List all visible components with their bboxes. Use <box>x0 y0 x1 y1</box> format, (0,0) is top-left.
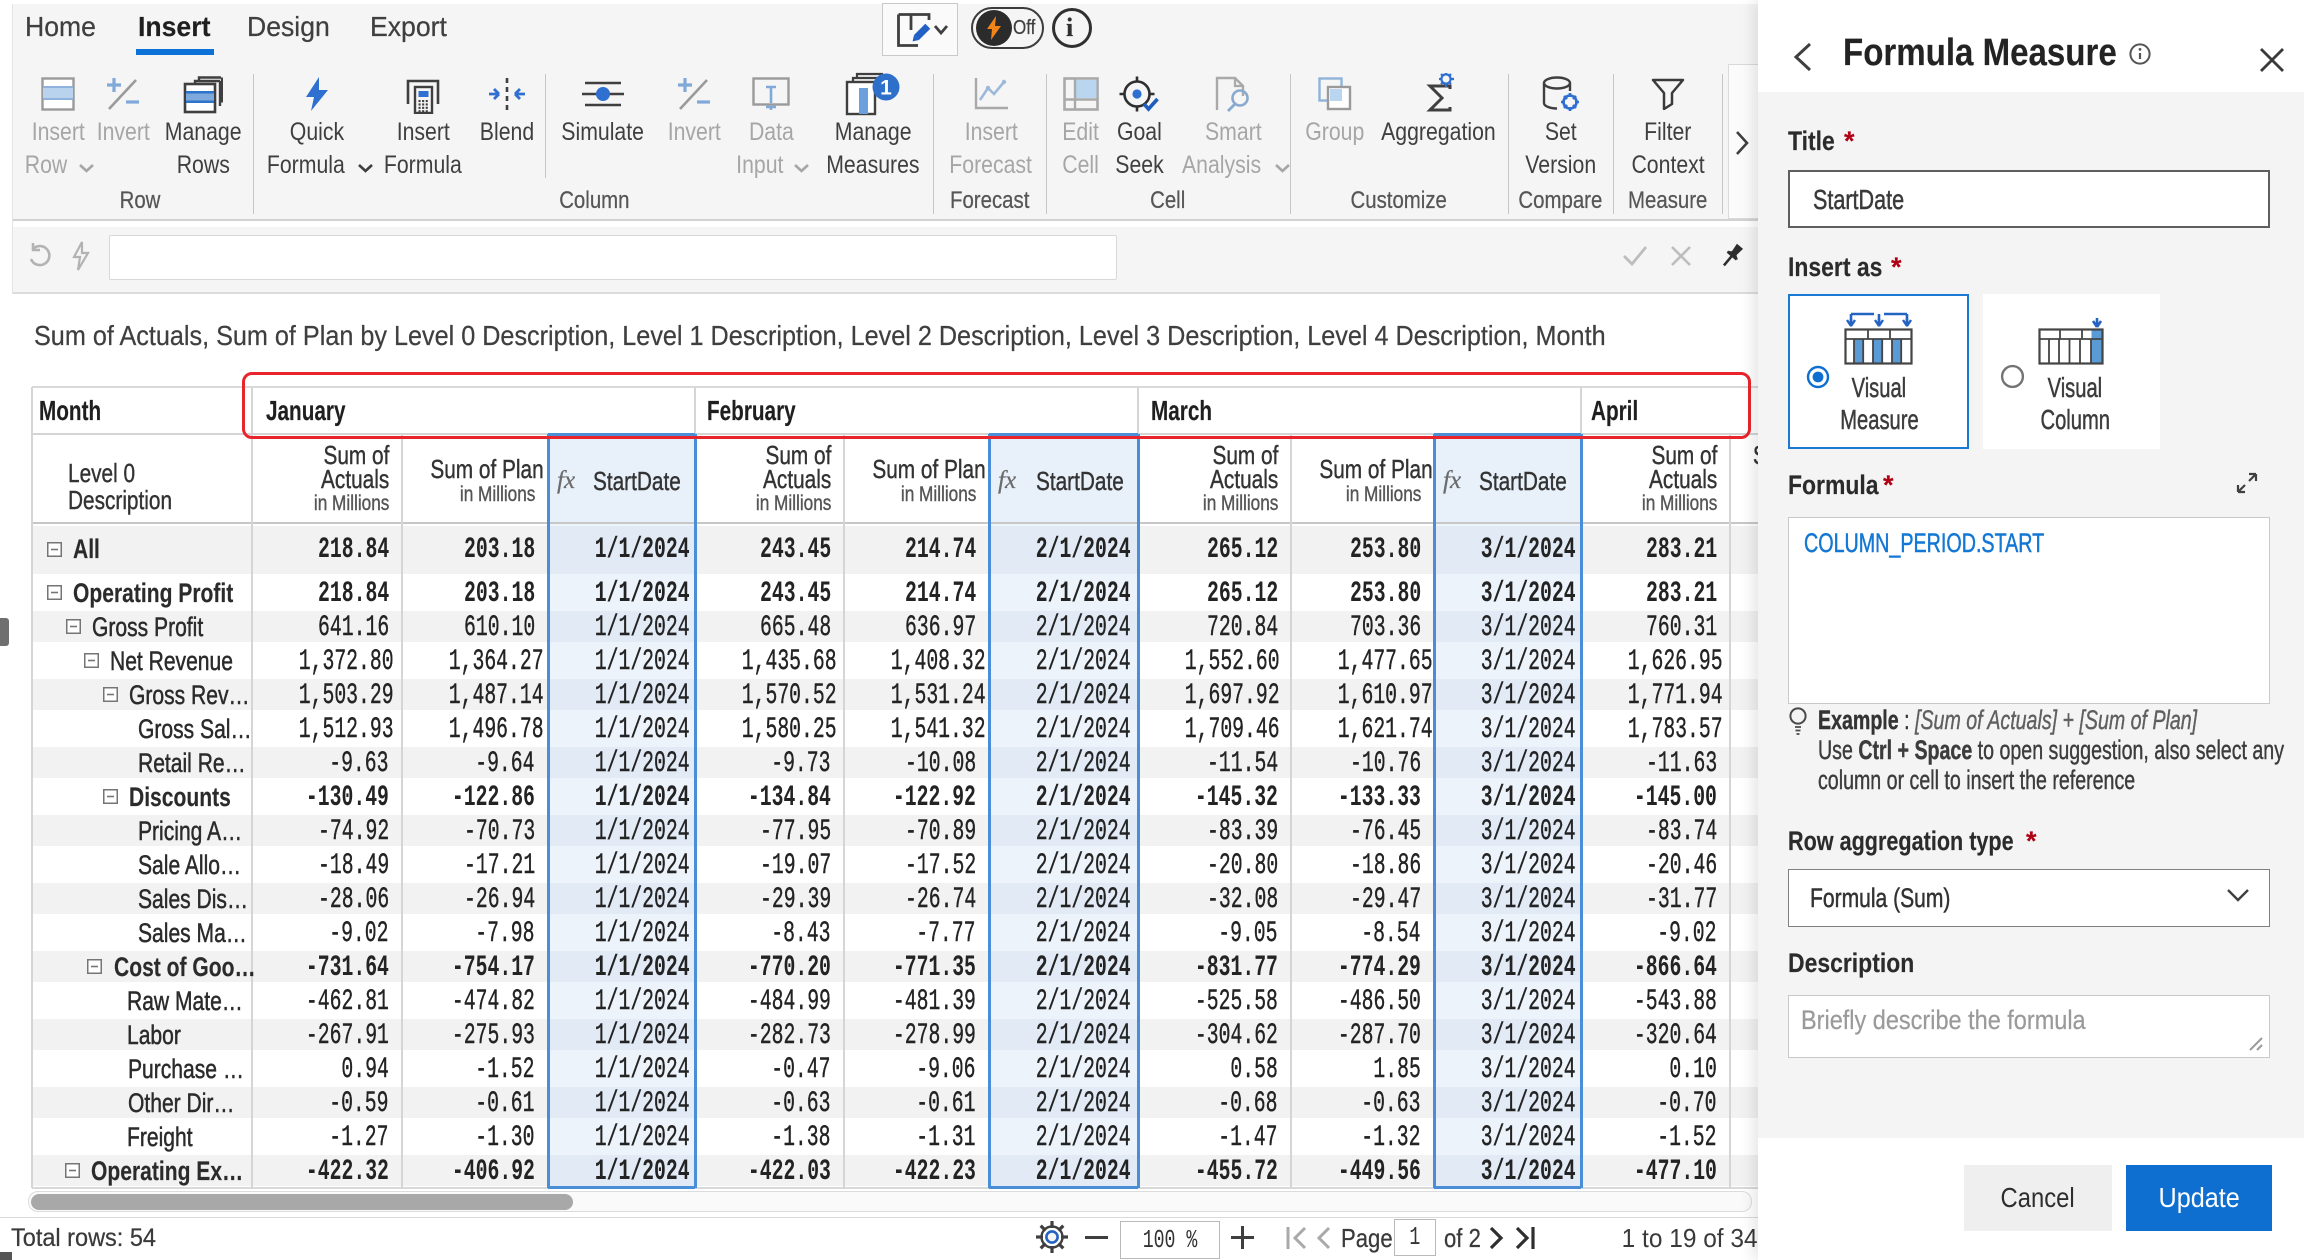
svg-text:1: 1 <box>880 77 892 100</box>
